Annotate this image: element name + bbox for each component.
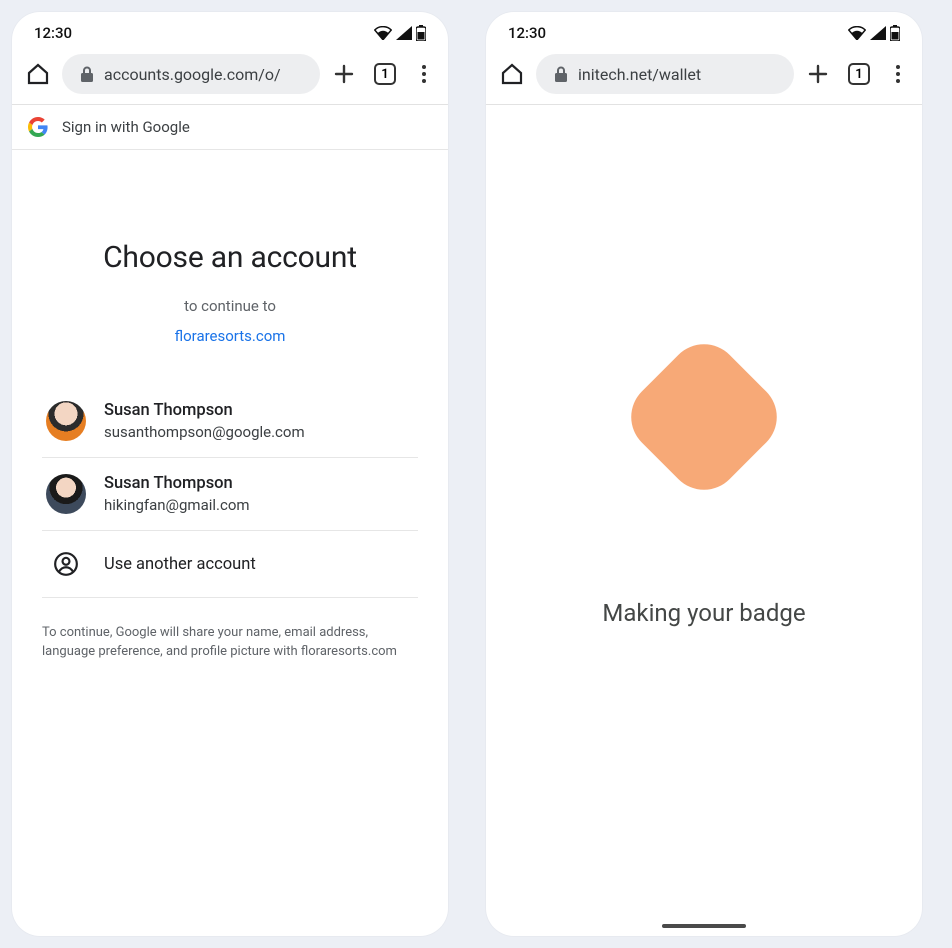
new-tab-icon[interactable] bbox=[806, 62, 830, 86]
phone-left: 12:30 accounts.google.com/o/ 1 Sign in w… bbox=[12, 12, 448, 936]
signin-header: Sign in with Google bbox=[12, 105, 448, 150]
person-icon bbox=[53, 551, 79, 577]
account-list: Susan Thompson susanthompson@google.com … bbox=[42, 385, 418, 598]
tab-count[interactable]: 1 bbox=[374, 63, 396, 85]
status-bar: 12:30 bbox=[486, 12, 922, 48]
lock-icon bbox=[80, 66, 94, 82]
account-info: Susan Thompson susanthompson@google.com bbox=[104, 401, 305, 441]
new-tab-icon[interactable] bbox=[332, 62, 356, 86]
battery-icon bbox=[416, 25, 426, 41]
avatar bbox=[46, 474, 86, 514]
battery-icon bbox=[890, 25, 900, 41]
more-icon[interactable] bbox=[888, 64, 908, 84]
subtitle: to continue to bbox=[42, 297, 418, 315]
avatar bbox=[46, 401, 86, 441]
nav-handle[interactable] bbox=[662, 924, 746, 928]
url-text: accounts.google.com/o/ bbox=[104, 65, 281, 84]
wifi-icon bbox=[374, 26, 392, 40]
status-icons bbox=[848, 25, 900, 41]
account-row[interactable]: Susan Thompson hikingfan@gmail.com bbox=[42, 458, 418, 531]
browser-bar: accounts.google.com/o/ 1 bbox=[12, 48, 448, 104]
page-title: Choose an account bbox=[42, 240, 418, 275]
lock-icon bbox=[554, 66, 568, 82]
home-icon[interactable] bbox=[500, 62, 524, 86]
account-row[interactable]: Susan Thompson susanthompson@google.com bbox=[42, 385, 418, 458]
cell-signal-icon bbox=[870, 26, 886, 40]
wifi-icon bbox=[848, 26, 866, 40]
status-bar: 12:30 bbox=[12, 12, 448, 48]
badge-shape-icon bbox=[616, 329, 791, 504]
continue-to-link[interactable]: floraresorts.com bbox=[42, 327, 418, 345]
tab-count[interactable]: 1 bbox=[848, 63, 870, 85]
cell-signal-icon bbox=[396, 26, 412, 40]
account-info: Susan Thompson hikingfan@gmail.com bbox=[104, 474, 250, 514]
use-another-account[interactable]: Use another account bbox=[42, 531, 418, 598]
content-left: Choose an account to continue to florare… bbox=[12, 150, 448, 936]
home-icon[interactable] bbox=[26, 62, 50, 86]
more-icon[interactable] bbox=[414, 64, 434, 84]
browser-bar: initech.net/wallet 1 bbox=[486, 48, 922, 104]
content-right: Making your badge bbox=[486, 105, 922, 936]
signin-header-label: Sign in with Google bbox=[62, 118, 190, 136]
account-name: Susan Thompson bbox=[104, 474, 250, 493]
account-email: hikingfan@gmail.com bbox=[104, 496, 250, 514]
status-time: 12:30 bbox=[508, 24, 546, 42]
google-logo-icon bbox=[28, 117, 48, 137]
url-bar[interactable]: initech.net/wallet bbox=[536, 54, 794, 94]
phone-right: 12:30 initech.net/wallet 1 Making your b… bbox=[486, 12, 922, 936]
use-another-label: Use another account bbox=[104, 555, 256, 574]
url-text: initech.net/wallet bbox=[578, 65, 701, 84]
badge-status-text: Making your badge bbox=[602, 599, 805, 627]
account-email: susanthompson@google.com bbox=[104, 423, 305, 441]
url-bar[interactable]: accounts.google.com/o/ bbox=[62, 54, 320, 94]
account-name: Susan Thompson bbox=[104, 401, 305, 420]
status-icons bbox=[374, 25, 426, 41]
disclosure-text: To continue, Google will share your name… bbox=[42, 624, 418, 662]
status-time: 12:30 bbox=[34, 24, 72, 42]
